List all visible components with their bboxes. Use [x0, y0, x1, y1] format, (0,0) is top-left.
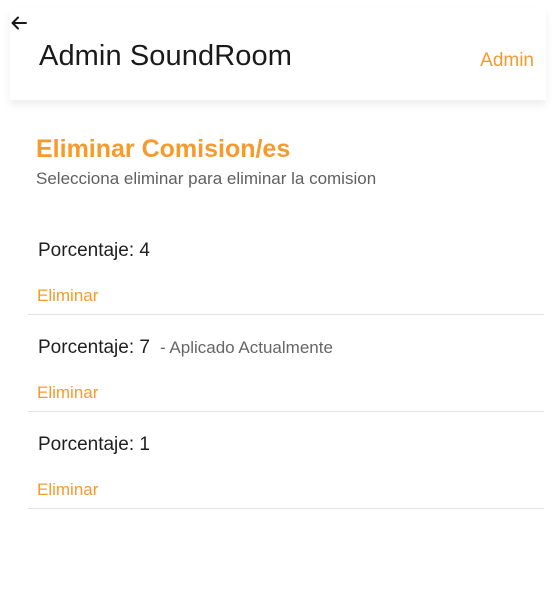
commission-applied-note: - Aplicado Actualmente [159, 338, 333, 357]
section-subtitle: Selecciona eliminar para eliminar la com… [36, 169, 377, 188]
delete-commission-button[interactable]: Eliminar [37, 286, 98, 306]
screen: Admin SoundRoom Admin Eliminar Comision/… [0, 0, 558, 596]
delete-commission-button[interactable]: Eliminar [37, 480, 98, 500]
commission-percentage: Porcentaje: 1 [38, 434, 150, 455]
commission-percentage: Porcentaje: 7 [38, 337, 150, 358]
commission-percentage: Porcentaje: 4 [38, 240, 150, 261]
app-header: Admin SoundRoom Admin [10, 8, 546, 100]
commission-item: Porcentaje: 4 Eliminar [28, 218, 544, 315]
arrow-left-icon [11, 16, 27, 30]
back-button[interactable] [10, 14, 28, 32]
commission-item: Porcentaje: 7 - Aplicado Actualmente Elim… [28, 315, 544, 412]
section-title: Eliminar Comision/es [36, 135, 291, 163]
commission-item-line: Porcentaje: 1 [38, 434, 150, 456]
commission-item-line: Porcentaje: 4 [38, 240, 150, 262]
app-title: Admin SoundRoom [39, 40, 292, 72]
app-window: Admin SoundRoom Admin Eliminar Comision/… [10, 8, 546, 588]
commission-list: Porcentaje: 4 Eliminar Porcentaje: 7 - Ap… [28, 218, 544, 509]
section-header: Eliminar Comision/es Selecciona eliminar… [36, 134, 544, 190]
commission-item: Porcentaje: 1 Eliminar [28, 412, 544, 509]
delete-commission-button[interactable]: Eliminar [37, 383, 98, 403]
commission-item-line: Porcentaje: 7 - Aplicado Actualmente [38, 337, 333, 359]
admin-user-link[interactable]: Admin [480, 50, 534, 72]
